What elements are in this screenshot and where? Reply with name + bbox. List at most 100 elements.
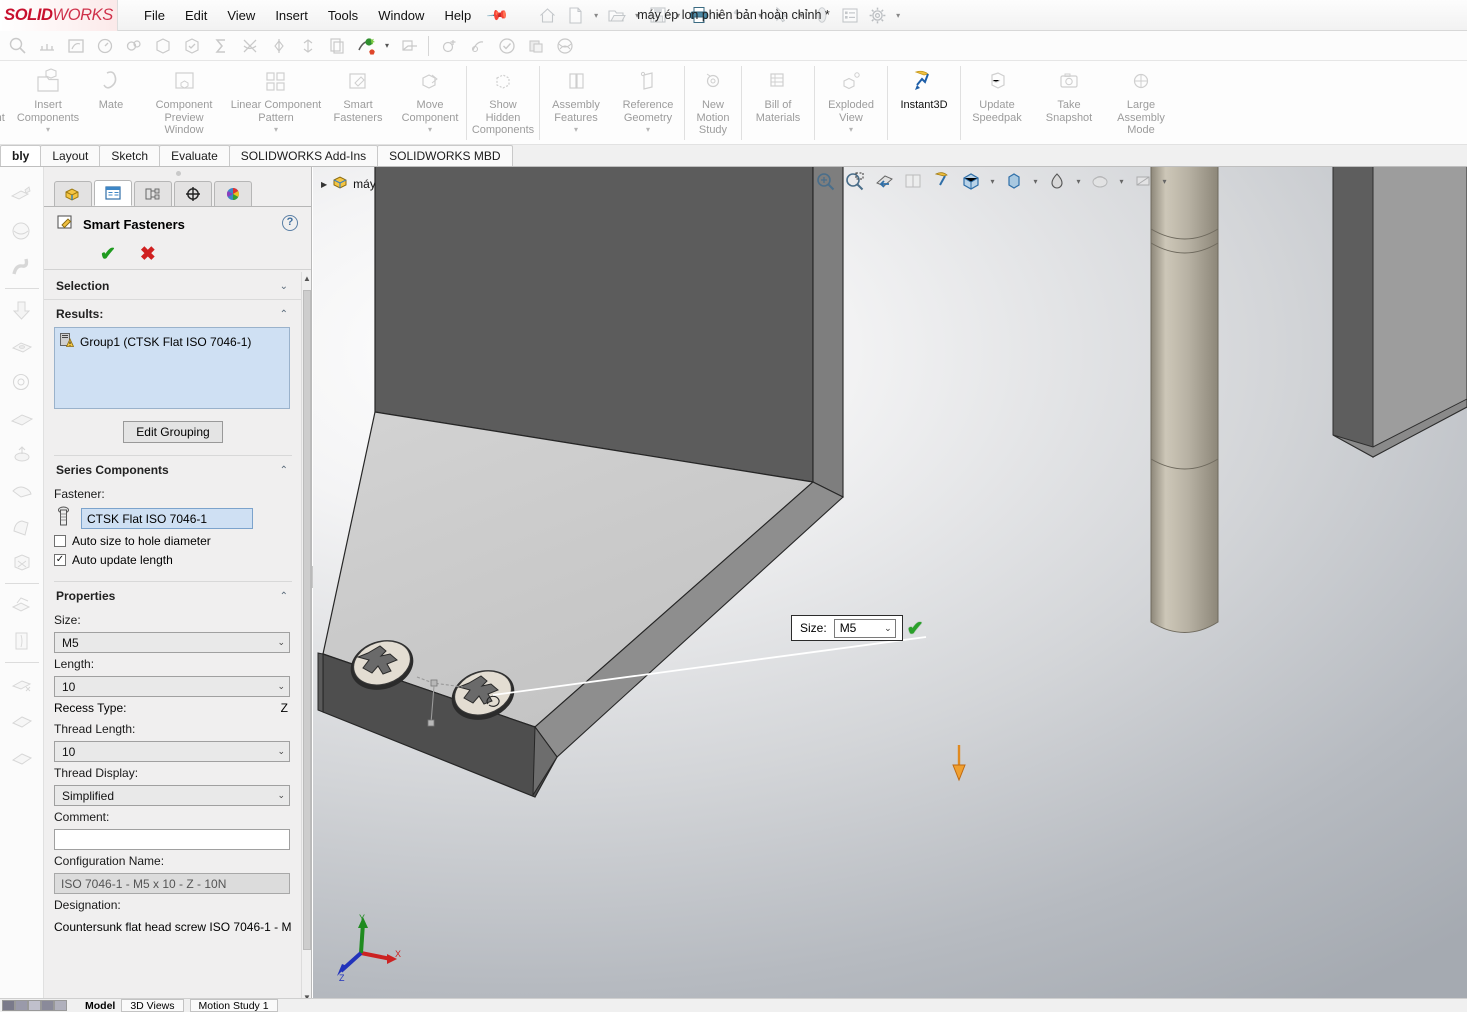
linear-pattern-icon[interactable] — [6, 436, 38, 472]
ribbon-button-show-hidden-components[interactable]: ShowHiddenComponents — [467, 61, 539, 145]
hole-wizard-icon[interactable] — [6, 328, 38, 364]
smart-fasteners-active-icon[interactable] — [352, 33, 379, 59]
section-series-components[interactable]: Series Components ⌃ — [44, 456, 302, 483]
ribbon-button-instant3d[interactable]: Instant3D — [888, 61, 960, 145]
ribbon-button-component-preview-window[interactable]: ComponentPreviewWindow — [138, 61, 230, 145]
edit-grouping-button[interactable]: Edit Grouping — [123, 421, 222, 443]
chevron-down-icon[interactable]: ▾ — [673, 3, 684, 27]
panel-drag-handle[interactable] — [44, 167, 312, 179]
pushpin-icon[interactable]: 📌 — [486, 3, 510, 27]
zoom-to-area-icon[interactable] — [842, 169, 868, 193]
ribbon-button-new-motion-study[interactable]: NewMotionStudy — [685, 61, 741, 145]
menu-help[interactable]: Help — [434, 4, 481, 27]
section-properties[interactable]: Properties ⌃ — [44, 582, 302, 609]
chevron-down-icon[interactable]: ⌄ — [884, 623, 892, 634]
chevron-down-icon[interactable]: ▾ — [796, 3, 807, 27]
rebuild-icon[interactable] — [809, 3, 835, 27]
performance-evaluation-icon[interactable] — [91, 33, 118, 59]
green-check-icon[interactable]: ✔ — [907, 616, 924, 641]
length-dropdown[interactable]: 10 ⌄ — [54, 676, 290, 697]
curvature-display-icon[interactable] — [551, 33, 578, 59]
checkbox-auto-update-length[interactable]: ✓ — [54, 554, 66, 566]
section-results[interactable]: Results: ⌃ — [44, 300, 302, 323]
bottom-tab-model[interactable]: Model — [85, 1000, 115, 1012]
clearance-verification-icon[interactable] — [464, 33, 491, 59]
property-manager-scrollbar[interactable]: ▲ ▼ — [301, 272, 311, 1005]
menu-view[interactable]: View — [217, 4, 265, 27]
tab-dimxpert-manager[interactable] — [174, 181, 212, 206]
comment-input[interactable] — [54, 829, 290, 850]
rib-icon[interactable] — [6, 472, 38, 508]
chevron-up-icon[interactable]: ⌃ — [280, 591, 288, 602]
chevron-down-icon[interactable]: ▾ — [1116, 177, 1127, 186]
swept-cut-icon[interactable] — [6, 666, 38, 702]
tab-property-manager[interactable] — [94, 180, 132, 206]
compare-icon[interactable] — [294, 33, 321, 59]
chevron-down-icon[interactable]: ▾ — [1030, 177, 1041, 186]
section-view-icon[interactable] — [900, 169, 926, 193]
open-folder-icon[interactable] — [604, 3, 630, 27]
ribbon-button-insert-component-partial[interactable]: tonent — [0, 61, 12, 145]
chevron-down-icon[interactable]: ▾ — [755, 3, 766, 27]
copy-settings-icon[interactable] — [323, 33, 350, 59]
chevron-down-icon[interactable]: ▾ — [46, 125, 50, 134]
tab-display-manager[interactable] — [214, 181, 252, 206]
mirror-icon[interactable] — [6, 587, 38, 623]
tab-evaluate[interactable]: Evaluate — [159, 145, 230, 166]
hole-alignment-icon[interactable] — [435, 33, 462, 59]
draft-icon[interactable] — [6, 508, 38, 544]
menu-tools[interactable]: Tools — [318, 4, 368, 27]
sum-icon[interactable] — [207, 33, 234, 59]
size-popup-dropdown[interactable]: M5 ⌄ — [834, 619, 896, 638]
ok-checkmark-icon[interactable]: ✔ — [100, 243, 116, 266]
sensor-icon[interactable] — [522, 33, 549, 59]
mass-properties-icon[interactable] — [120, 33, 147, 59]
revolved-boss-icon[interactable] — [6, 213, 38, 249]
chevron-down-icon[interactable]: ▾ — [574, 125, 578, 134]
checkbox-auto-size-to-hole-diameter[interactable] — [54, 535, 66, 547]
tab-layout[interactable]: Layout — [40, 145, 100, 166]
list-item[interactable]: Group1 (CTSK Flat ISO 7046-1) — [58, 331, 286, 352]
extruded-boss-icon[interactable] — [6, 177, 38, 213]
scroll-up-arrow-icon[interactable]: ▲ — [302, 272, 312, 286]
ribbon-button-move-component[interactable]: MoveComponent ▾ — [394, 61, 466, 145]
help-icon[interactable]: ? — [282, 215, 298, 231]
fillet-icon[interactable] — [6, 400, 38, 436]
size-popup-box[interactable]: Size: M5 ⌄ — [791, 615, 903, 641]
chevron-down-icon[interactable]: ⌄ — [277, 790, 285, 801]
chevron-down-icon[interactable]: ▾ — [1073, 177, 1084, 186]
tab-feature-manager-tree[interactable] — [54, 181, 92, 206]
ribbon-button-assembly-features[interactable]: AssemblyFeatures ▾ — [540, 61, 612, 145]
chevron-down-icon[interactable]: ▾ — [274, 125, 278, 134]
chevron-up-icon[interactable]: ⌃ — [280, 309, 288, 320]
file-properties-icon[interactable] — [837, 3, 863, 27]
save-icon[interactable] — [645, 3, 671, 27]
ribbon-button-update-speedpak[interactable]: UpdateSpeedpak — [961, 61, 1033, 145]
section-selection[interactable]: Selection ⌄ — [44, 272, 302, 300]
zoom-to-fit-icon[interactable] — [813, 169, 839, 193]
chevron-down-icon[interactable]: ⌄ — [277, 637, 285, 648]
ribbon-button-take-snapshot[interactable]: TakeSnapshot — [1033, 61, 1105, 145]
menu-edit[interactable]: Edit — [175, 4, 217, 27]
ribbon-button-linear-component-pattern[interactable]: Linear ComponentPattern ▾ — [230, 61, 322, 145]
auto-update-length-row[interactable]: ✓ Auto update length — [44, 550, 302, 569]
undo-icon[interactable] — [727, 3, 753, 27]
home-icon[interactable] — [535, 3, 561, 27]
section-view-icon[interactable] — [62, 33, 89, 59]
zoom-to-area-icon[interactable] — [4, 33, 31, 59]
chevron-down-icon[interactable]: ⌄ — [277, 746, 285, 757]
auto-size-to-hole-diameter-row[interactable]: Auto size to hole diameter — [44, 531, 302, 550]
chevron-down-icon[interactable]: ▾ — [987, 177, 998, 186]
ribbon-button-bill-of-materials[interactable]: Bill ofMaterials — [742, 61, 814, 145]
check-box-cube-icon[interactable] — [149, 33, 176, 59]
boundary-cut-icon[interactable] — [6, 738, 38, 774]
ribbon-button-large-assembly-mode[interactable]: LargeAssemblyMode — [1105, 61, 1177, 145]
hide-show-items-icon[interactable] — [1001, 169, 1027, 193]
interference-detection-icon[interactable] — [395, 33, 422, 59]
reference-geometry-icon[interactable] — [6, 623, 38, 659]
size-dropdown[interactable]: M5 ⌄ — [54, 632, 290, 653]
display-style-cube-icon[interactable] — [958, 169, 984, 193]
print-icon[interactable] — [686, 3, 712, 27]
apply-scene-icon[interactable] — [1087, 169, 1113, 193]
cancel-x-icon[interactable]: ✖ — [140, 243, 156, 266]
